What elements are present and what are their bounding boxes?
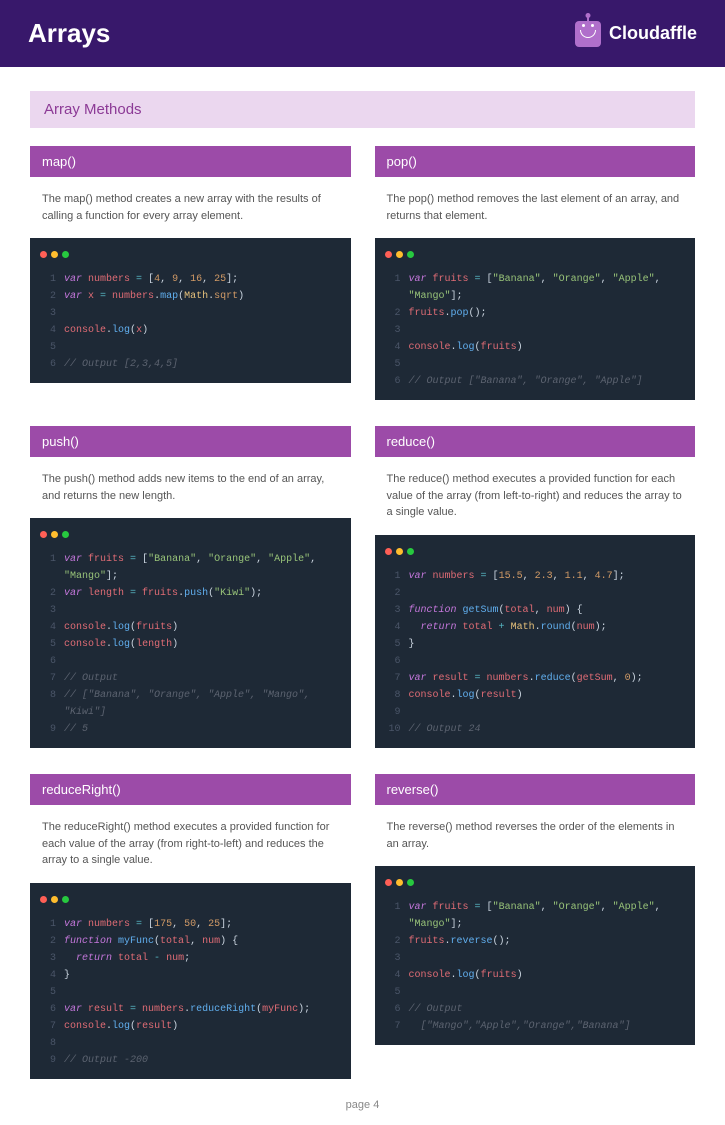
section-heading: Array Methods [30, 91, 695, 128]
code-block: 1var numbers = [175, 50, 25];2function m… [30, 883, 351, 1079]
method-card: push()The push() method adds new items t… [30, 426, 351, 748]
code-line: 8 [30, 1035, 351, 1052]
brand-logo: Cloudaffle [575, 21, 697, 47]
code-line: 2fruits.pop(); [375, 305, 696, 322]
window-dots [375, 541, 696, 568]
brand-name: Cloudaffle [609, 23, 697, 44]
method-description: The push() method adds new items to the … [30, 457, 351, 518]
code-line: 6// Output [375, 1001, 696, 1018]
code-line: 3 [375, 322, 696, 339]
method-title: pop() [375, 146, 696, 177]
code-line: 8// ["Banana", "Orange", "Apple", "Mango… [30, 687, 351, 721]
cloudaffle-icon [575, 21, 601, 47]
method-card: map()The map() method creates a new arra… [30, 146, 351, 400]
code-line: 6// Output ["Banana", "Orange", "Apple"] [375, 373, 696, 390]
code-line: 1var numbers = [175, 50, 25]; [30, 916, 351, 933]
code-line: 5 [375, 984, 696, 1001]
code-line: 7 ["Mango","Apple","Orange","Banana"] [375, 1018, 696, 1035]
code-block: 1var numbers = [15.5, 2.3, 1.1, 4.7];23f… [375, 535, 696, 748]
code-line: 1var numbers = [15.5, 2.3, 1.1, 4.7]; [375, 568, 696, 585]
code-line: 7// Output [30, 670, 351, 687]
code-block: 1var fruits = ["Banana", "Orange", "Appl… [375, 866, 696, 1045]
code-line: 7var result = numbers.reduce(getSum, 0); [375, 670, 696, 687]
window-dots [375, 872, 696, 899]
code-line: 2fruits.reverse(); [375, 933, 696, 950]
window-dots [30, 244, 351, 271]
code-line: 4console.log(fruits) [30, 619, 351, 636]
method-card: reduceRight()The reduceRight() method ex… [30, 774, 351, 1079]
method-title: reduceRight() [30, 774, 351, 805]
code-line: 5} [375, 636, 696, 653]
code-line: 6// Output [2,3,4,5] [30, 356, 351, 373]
code-line: 3 [375, 950, 696, 967]
method-description: The pop() method removes the last elemen… [375, 177, 696, 238]
content: Array Methods map()The map() method crea… [0, 67, 725, 1091]
method-card: reduce()The reduce() method executes a p… [375, 426, 696, 748]
code-line: 6 [375, 653, 696, 670]
page-title: Arrays [28, 18, 110, 49]
code-line: 4} [30, 967, 351, 984]
code-line: 1var numbers = [4, 9, 16, 25]; [30, 271, 351, 288]
code-line: 2function myFunc(total, num) { [30, 933, 351, 950]
method-card: reverse()The reverse() method reverses t… [375, 774, 696, 1079]
code-line: 4console.log(x) [30, 322, 351, 339]
methods-grid: map()The map() method creates a new arra… [30, 146, 695, 1079]
code-line: 4 return total + Math.round(num); [375, 619, 696, 636]
method-card: pop()The pop() method removes the last e… [375, 146, 696, 400]
method-title: push() [30, 426, 351, 457]
code-line: 5console.log(length) [30, 636, 351, 653]
method-title: map() [30, 146, 351, 177]
code-line: 8console.log(result) [375, 687, 696, 704]
code-line: 10// Output 24 [375, 721, 696, 738]
code-line: 2var x = numbers.map(Math.sqrt) [30, 288, 351, 305]
code-line: 6var result = numbers.reduceRight(myFunc… [30, 1001, 351, 1018]
method-description: The reduce() method executes a provided … [375, 457, 696, 535]
page-footer: page 4 [0, 1091, 725, 1125]
code-line: 5 [30, 984, 351, 1001]
code-line: 3 [30, 305, 351, 322]
code-line: 9// 5 [30, 721, 351, 738]
code-block: 1var fruits = ["Banana", "Orange", "Appl… [375, 238, 696, 400]
code-line: 5 [30, 339, 351, 356]
code-line: 6 [30, 653, 351, 670]
code-block: 1var numbers = [4, 9, 16, 25];2var x = n… [30, 238, 351, 383]
window-dots [30, 524, 351, 551]
window-dots [375, 244, 696, 271]
code-line: 9 [375, 704, 696, 721]
method-description: The reduceRight() method executes a prov… [30, 805, 351, 883]
code-line: 4console.log(fruits) [375, 339, 696, 356]
code-line: 3 [30, 602, 351, 619]
code-line: 1var fruits = ["Banana", "Orange", "Appl… [375, 271, 696, 305]
method-title: reverse() [375, 774, 696, 805]
code-line: 1var fruits = ["Banana", "Orange", "Appl… [375, 899, 696, 933]
code-line: 3 return total - num; [30, 950, 351, 967]
page-header: Arrays Cloudaffle [0, 0, 725, 67]
code-line: 3function getSum(total, num) { [375, 602, 696, 619]
code-block: 1var fruits = ["Banana", "Orange", "Appl… [30, 518, 351, 748]
code-line: 2 [375, 585, 696, 602]
method-description: The map() method creates a new array wit… [30, 177, 351, 238]
code-line: 4console.log(fruits) [375, 967, 696, 984]
method-title: reduce() [375, 426, 696, 457]
code-line: 7console.log(result) [30, 1018, 351, 1035]
code-line: 2var length = fruits.push("Kiwi"); [30, 585, 351, 602]
code-line: 1var fruits = ["Banana", "Orange", "Appl… [30, 551, 351, 585]
code-line: 5 [375, 356, 696, 373]
window-dots [30, 889, 351, 916]
method-description: The reverse() method reverses the order … [375, 805, 696, 866]
code-line: 9// Output -200 [30, 1052, 351, 1069]
